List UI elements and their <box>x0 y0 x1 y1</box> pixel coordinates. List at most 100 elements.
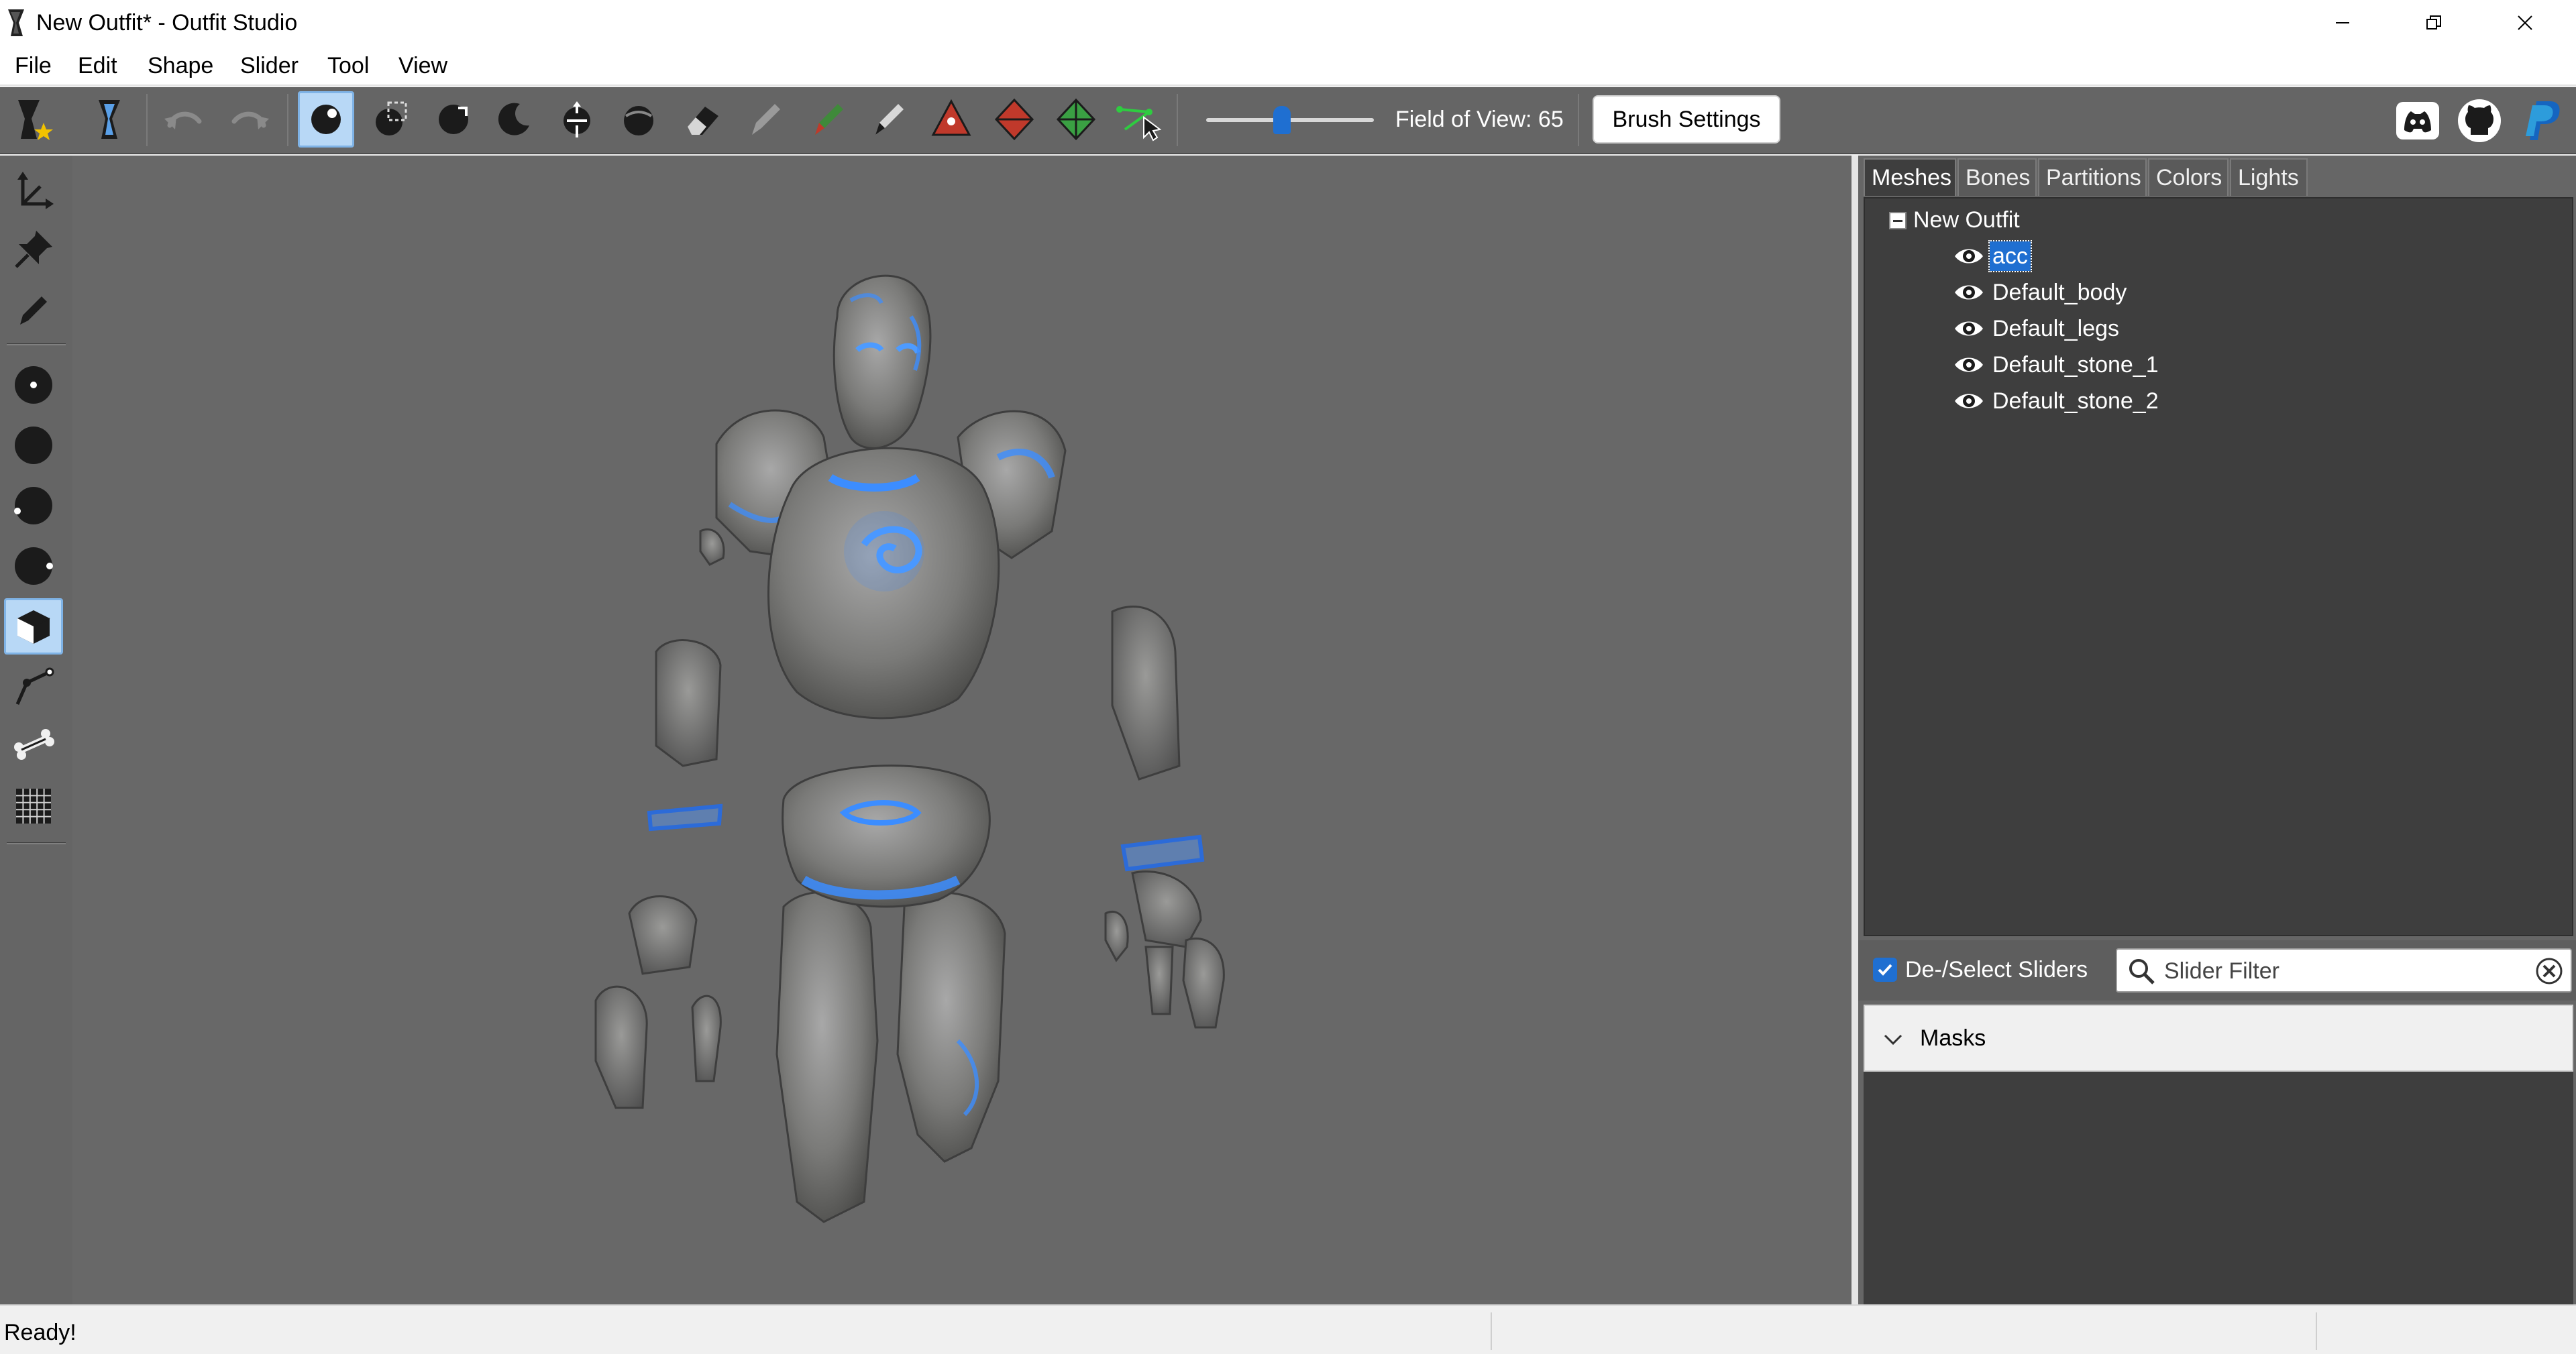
tab-lights[interactable]: Lights <box>2230 158 2308 196</box>
brush-right-icon <box>15 547 53 585</box>
menu-file[interactable]: File <box>12 51 54 80</box>
deselect-sliders-label[interactable]: De-/Select Sliders <box>1905 954 2088 986</box>
panel-splitter[interactable] <box>1851 156 1858 1304</box>
weight-brush-button[interactable] <box>737 91 793 148</box>
left-tool-panel <box>0 156 72 1304</box>
select-brush-left-button[interactable] <box>4 477 63 534</box>
mesh-label: Default_stone_1 <box>1992 352 2159 378</box>
move-brush-button[interactable] <box>549 91 605 148</box>
redo-button[interactable] <box>221 91 278 148</box>
title-bar: New Outfit* - Outfit Studio <box>0 0 2576 46</box>
pencil-icon <box>20 296 47 325</box>
sliders-list[interactable] <box>1864 1072 2573 1304</box>
edge-tool-button[interactable] <box>4 659 63 715</box>
menu-view[interactable]: View <box>396 51 450 80</box>
standard-brush-button[interactable] <box>298 91 354 148</box>
search-icon <box>2129 959 2155 984</box>
tree-collapse-toggle[interactable] <box>1889 212 1907 229</box>
load-reference-button[interactable] <box>82 91 138 148</box>
pin-icon <box>15 231 52 268</box>
tool-separator <box>7 343 66 345</box>
visibility-eye-icon[interactable] <box>1952 389 1986 413</box>
toolbar-separator <box>1177 94 1178 146</box>
select-brush-small-button[interactable] <box>4 357 63 413</box>
visibility-eye-icon[interactable] <box>1952 353 1986 377</box>
grid-toggle-button[interactable] <box>4 778 63 834</box>
new-project-icon <box>18 100 53 140</box>
tab-bones[interactable]: Bones <box>1957 158 2037 196</box>
tree-root-outfit[interactable]: New Outfit <box>1913 204 2020 236</box>
paypal-link[interactable] <box>2513 93 2569 149</box>
mask-brush-button[interactable] <box>362 91 419 148</box>
tool-separator <box>7 842 66 844</box>
grid-icon <box>16 789 51 824</box>
visibility-eye-icon[interactable] <box>1952 280 1986 304</box>
3d-viewport[interactable] <box>72 156 1851 1304</box>
deflate-brush-icon <box>498 103 529 135</box>
bone-tool-button[interactable] <box>4 718 63 774</box>
mesh-label: Default_legs <box>1992 316 2120 341</box>
edge-tool-icon <box>15 667 54 706</box>
select-brush-full-button[interactable] <box>4 417 63 473</box>
tree-node-mesh[interactable]: Default_body <box>1952 275 2129 310</box>
tree-node-mesh[interactable]: Default_legs <box>1952 311 2122 346</box>
status-text: Ready! <box>4 1320 76 1345</box>
restore-icon <box>2426 15 2441 30</box>
outfit-studio-logo-icon <box>8 9 24 36</box>
visibility-eye-icon[interactable] <box>1952 317 1986 341</box>
slider-filter-input[interactable] <box>2164 954 2526 989</box>
tree-node-mesh[interactable]: acc <box>1952 239 2032 274</box>
color-brush-button[interactable] <box>800 91 856 148</box>
split-edge-button[interactable] <box>1048 91 1104 148</box>
menu-edit[interactable]: Edit <box>75 51 120 80</box>
tab-colors[interactable]: Colors <box>2148 158 2229 196</box>
select-brush-right-button[interactable] <box>4 538 63 594</box>
github-link[interactable] <box>2451 93 2508 149</box>
axes-move-icon <box>17 172 54 209</box>
deflate-brush-button[interactable] <box>486 91 542 148</box>
restore-button[interactable] <box>2388 0 2479 46</box>
standard-brush-icon <box>311 105 341 134</box>
flip-edge-button[interactable] <box>986 91 1042 148</box>
close-button[interactable] <box>2479 0 2571 46</box>
stone-golem-model <box>594 274 1225 1223</box>
vertex-select-button[interactable] <box>4 598 63 655</box>
menu-shape[interactable]: Shape <box>145 51 216 80</box>
anchor-move-button[interactable] <box>4 164 63 220</box>
discord-icon <box>2396 102 2439 139</box>
toolbar-separator <box>287 94 288 146</box>
visibility-eye-icon[interactable] <box>1952 244 1986 268</box>
inflate-brush-button[interactable] <box>425 91 482 148</box>
brush-settings-button[interactable]: Brush Settings <box>1593 95 1780 144</box>
chevron-down-icon <box>1884 1034 1902 1046</box>
transform-button[interactable] <box>1111 91 1167 148</box>
erase-brush-button[interactable] <box>675 91 731 148</box>
flip-edge-icon <box>994 98 1034 141</box>
pin-button[interactable] <box>4 221 63 278</box>
smooth-brush-button[interactable] <box>610 91 667 148</box>
right-panel: Meshes Bones Partitions Colors Lights Ne… <box>1858 156 2576 1304</box>
smooth-brush-icon <box>624 106 653 135</box>
edit-pencil-button[interactable] <box>4 282 63 338</box>
alpha-brush-button[interactable] <box>860 91 916 148</box>
clear-filter-icon[interactable] <box>2534 956 2564 986</box>
tab-meshes[interactable]: Meshes <box>1864 158 1956 196</box>
minimize-button[interactable] <box>2297 0 2388 46</box>
slider-filter-box[interactable] <box>2116 948 2572 993</box>
tab-partitions[interactable]: Partitions <box>2038 158 2147 196</box>
field-of-view-label: Field of View: 65 <box>1395 107 1564 132</box>
menu-tool[interactable]: Tool <box>325 51 372 80</box>
undo-button[interactable] <box>156 91 212 148</box>
status-separator <box>2316 1312 2317 1350</box>
collapse-vertex-button[interactable] <box>923 91 979 148</box>
new-project-button[interactable] <box>4 91 60 148</box>
tree-node-mesh[interactable]: Default_stone_2 <box>1952 384 2161 418</box>
deselect-sliders-checkbox[interactable] <box>1873 958 1897 982</box>
discord-link[interactable] <box>2390 93 2446 149</box>
masks-section-header[interactable]: Masks <box>1864 1005 2573 1072</box>
paypal-icon <box>2526 101 2560 140</box>
tree-node-mesh[interactable]: Default_stone_1 <box>1952 347 2161 382</box>
cube-icon <box>17 610 50 644</box>
menu-slider[interactable]: Slider <box>237 51 301 80</box>
field-of-view-slider-thumb[interactable] <box>1273 106 1291 134</box>
